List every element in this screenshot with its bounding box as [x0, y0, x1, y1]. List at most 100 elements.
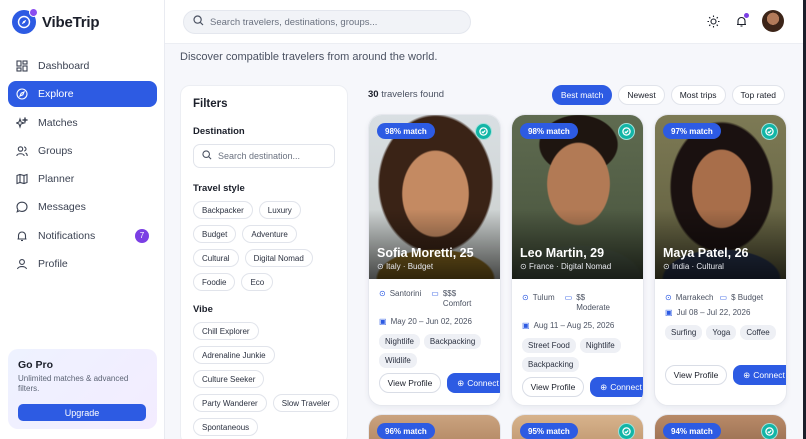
interest-tags: Nightlife Backpacking Wildlife — [379, 334, 497, 368]
connect-label: Connect — [753, 370, 785, 380]
sort-newest[interactable]: Newest — [618, 85, 665, 105]
notifications-bell-icon[interactable] — [734, 13, 749, 28]
destination-info: ⊙ Santorini — [379, 289, 421, 298]
sidebar-item-groups[interactable]: Groups — [8, 138, 157, 164]
sidebar-item-label: Messages — [38, 201, 86, 214]
traveler-location: ⊙ India · Cultural — [663, 262, 724, 271]
sidebar-item-dashboard[interactable]: Dashboard — [8, 53, 157, 79]
results-count: 30 travelers found — [368, 89, 444, 100]
match-badge: 97% match — [663, 123, 721, 139]
sort-top-rated[interactable]: Top rated — [731, 85, 785, 105]
app-logo[interactable]: VibeTrip — [12, 8, 100, 34]
view-profile-button[interactable]: View Profile — [379, 373, 441, 393]
match-badge: 95% match — [520, 423, 578, 439]
match-badge: 96% match — [377, 423, 435, 439]
sidebar-nav: Dashboard Explore Matches Groups Planner… — [8, 53, 157, 279]
traveler-card-peek[interactable]: 95% match — [511, 414, 644, 439]
chip-chill-explorer[interactable]: Chill Explorer — [193, 322, 259, 340]
destination-info: ⊙ Marrakech — [665, 293, 714, 302]
card-details: ⊙ Marrakech ▭ $ Budget ▣ Jul 08 – Jul 22, 2… — [665, 293, 783, 340]
location-pin-icon: ⊙ — [379, 289, 386, 298]
sidebar-item-notifications[interactable]: Notifications 7 — [8, 223, 157, 249]
travel-style-label: Travel style — [193, 183, 245, 194]
chip-backpacker[interactable]: Backpacker — [193, 201, 253, 219]
top-bar: Search travelers, destinations, groups..… — [165, 0, 806, 44]
app-name: VibeTrip — [42, 13, 100, 31]
upgrade-button[interactable]: Upgrade — [18, 404, 146, 421]
sidebar: VibeTrip Dashboard Explore Matches Group… — [0, 0, 165, 439]
traveler-card[interactable]: 98% match Leo Martin, 29 ⊙ France · Digi… — [511, 114, 644, 406]
user-avatar[interactable] — [762, 10, 784, 32]
chip-spontaneous[interactable]: Spontaneous — [193, 418, 259, 436]
filters-title: Filters — [193, 98, 228, 110]
chip-culture-seeker[interactable]: Culture Seeker — [193, 370, 265, 388]
go-pro-title: Go Pro — [18, 359, 54, 371]
wallet-icon: ▭ — [719, 293, 728, 302]
chip-adventure[interactable]: Adventure — [242, 225, 297, 243]
trip-destination-budget: ⊙ Marrakech ▭ $ Budget — [665, 293, 783, 302]
traveler-name: Leo Martin, 29 — [520, 246, 605, 260]
sidebar-item-label: Matches — [38, 116, 78, 129]
verified-check-icon — [618, 423, 635, 439]
chip-eco[interactable]: Eco — [241, 273, 274, 291]
sun-theme-toggle-icon[interactable] — [706, 14, 720, 28]
location-pin-icon: ⊙ — [377, 262, 384, 271]
verified-check-icon — [761, 123, 778, 140]
sort-best-match[interactable]: Best match — [551, 85, 613, 105]
traveler-location-text: France · Digital Nomad — [528, 262, 612, 271]
dates-text: Aug 11 – Aug 25, 2026 — [533, 321, 615, 330]
notification-count-badge: 7 — [135, 228, 149, 243]
chip-luxury[interactable]: Luxury — [258, 201, 301, 219]
view-profile-button[interactable]: View Profile — [522, 377, 584, 397]
budget-info: ▭ $ Budget — [720, 293, 764, 302]
chip-digital-nomad[interactable]: Digital Nomad — [244, 249, 313, 267]
sidebar-item-messages[interactable]: Messages — [8, 194, 157, 220]
sort-most-trips[interactable]: Most trips — [670, 85, 726, 105]
connect-button[interactable]: ⊕ Connect — [590, 377, 643, 397]
destination-text: Marrakech — [675, 293, 714, 302]
chip-budget[interactable]: Budget — [193, 225, 237, 243]
vibe-label: Vibe — [193, 304, 213, 315]
destination-text: Santorini — [389, 289, 422, 298]
travel-style-chips: Backpacker Luxury Budget Adventure Cultu… — [193, 201, 343, 291]
sidebar-item-profile[interactable]: Profile — [8, 251, 157, 277]
global-search-input[interactable]: Search travelers, destinations, groups..… — [183, 10, 471, 34]
location-pin-icon: ⊙ — [663, 262, 670, 271]
page-subtitle: Discover compatible travelers from aroun… — [180, 51, 438, 63]
chip-foodie[interactable]: Foodie — [193, 273, 236, 291]
calendar-icon: ▣ — [665, 308, 673, 317]
card-actions: View Profile ⊕ Connect — [522, 377, 643, 397]
traveler-card-peek[interactable]: 96% match — [368, 414, 501, 439]
card-details: ⊙ Santorini ▭ $$$ Comfort ▣ May 20 – Jun 02… — [379, 289, 497, 368]
destination-search-input[interactable]: Search destination... — [193, 144, 335, 168]
view-profile-button[interactable]: View Profile — [665, 365, 727, 385]
interest-tag: Backpacking — [522, 357, 580, 372]
card-actions: View Profile ⊕ Connect — [379, 373, 500, 393]
traveler-card-peek[interactable]: 94% match — [654, 414, 787, 439]
trip-destination-budget: ⊙ Tulum ▭ $$ Moderate — [522, 293, 640, 313]
chip-party-wanderer[interactable]: Party Wanderer — [193, 394, 267, 412]
connect-button[interactable]: ⊕ Connect — [733, 365, 786, 385]
chip-cultural[interactable]: Cultural — [193, 249, 239, 267]
traveler-location-text: Italy · Budget — [385, 262, 434, 271]
interest-tag: Street Food — [522, 338, 576, 353]
connect-button[interactable]: ⊕ Connect — [447, 373, 500, 393]
trip-destination-budget: ⊙ Santorini ▭ $$$ Comfort — [379, 289, 497, 309]
verified-check-icon — [761, 423, 778, 439]
traveler-card[interactable]: 98% match Sofia Moretti, 25 ⊙ Italy · Bu… — [368, 114, 501, 406]
sidebar-item-label: Planner — [38, 173, 75, 186]
budget-text: $$$ Comfort — [442, 289, 472, 308]
dates-text: Jul 08 – Jul 22, 2026 — [676, 308, 751, 317]
destination-label: Destination — [193, 126, 245, 137]
sidebar-item-planner[interactable]: Planner — [8, 166, 157, 192]
chat-icon — [16, 201, 28, 214]
dates-text: May 20 – Jun 02, 2026 — [390, 317, 472, 326]
verified-check-icon — [475, 123, 492, 140]
sidebar-item-matches[interactable]: Matches — [8, 110, 157, 136]
chip-adrenaline-junkie[interactable]: Adrenaline Junkie — [193, 346, 275, 364]
match-badge: 98% match — [520, 123, 578, 139]
sidebar-item-explore[interactable]: Explore — [8, 81, 157, 108]
chip-slow-traveler[interactable]: Slow Traveler — [272, 394, 340, 412]
traveler-card[interactable]: 97% match Maya Patel, 26 ⊙ India · Cultu… — [654, 114, 787, 406]
calendar-icon: ▣ — [379, 317, 387, 326]
